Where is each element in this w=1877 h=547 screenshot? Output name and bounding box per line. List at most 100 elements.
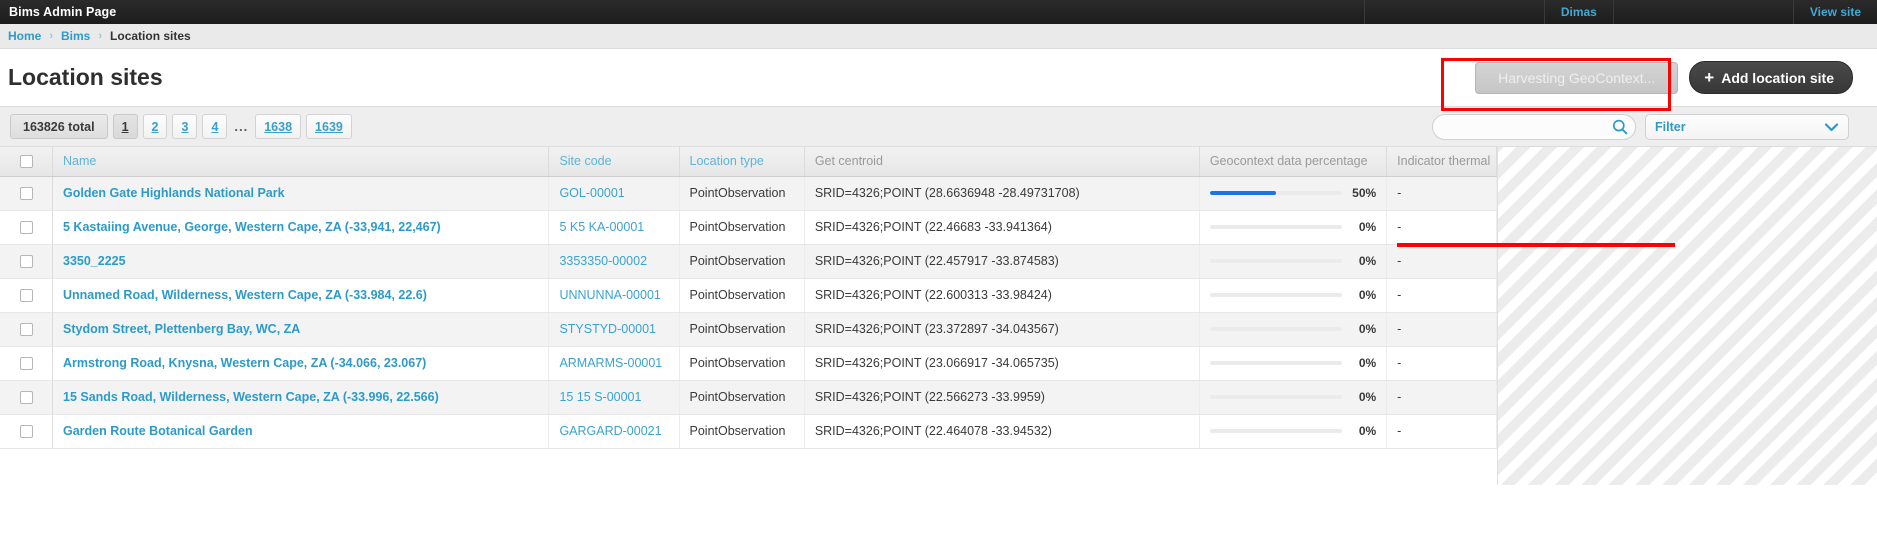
cell-indicator-thermal: - — [1386, 176, 1497, 211]
chevron-down-icon — [1824, 122, 1839, 132]
cell-indicator-thermal: - — [1386, 312, 1497, 347]
search-container — [1432, 113, 1636, 140]
cell-name: 5 Kastaiing Avenue, George, Western Cape… — [52, 210, 550, 245]
view-site-link[interactable]: View site — [1792, 0, 1877, 24]
user-menu-link[interactable]: Dimas — [1543, 0, 1613, 24]
progress-bar-label: 0% — [1358, 288, 1377, 302]
cell-location-type: PointObservation — [679, 278, 805, 313]
top-bar-links: Dimas View site — [1363, 0, 1877, 24]
progress-bar-track — [1209, 327, 1343, 331]
cell-indicator-thermal: - — [1386, 414, 1497, 449]
row-checkbox[interactable] — [19, 187, 33, 201]
location-site-link[interactable]: 5 Kastaiing Avenue, George, Western Cape… — [63, 220, 441, 234]
row-select-cell — [0, 414, 53, 449]
site-code-link[interactable]: 5 K5 KA-00001 — [559, 220, 644, 234]
progress-bar-label: 0% — [1358, 424, 1377, 438]
site-code-link[interactable]: UNNUNNA-00001 — [559, 288, 660, 302]
location-site-link[interactable]: Armstrong Road, Knysna, Western Cape, ZA… — [63, 356, 426, 370]
table-row: 15 Sands Road, Wilderness, Western Cape,… — [0, 380, 1497, 415]
pagination-page-3[interactable]: 3 — [172, 114, 198, 139]
site-code-link[interactable]: GARGARD-00021 — [559, 424, 661, 438]
cell-site-code: 3353350-00002 — [548, 244, 680, 279]
pagination-page-4[interactable]: 4 — [202, 114, 228, 139]
cell-site-code: UNNUNNA-00001 — [548, 278, 680, 313]
filter-dropdown[interactable]: Filter — [1645, 113, 1849, 140]
add-location-site-label: Add location site — [1721, 69, 1834, 86]
row-select-cell — [0, 380, 53, 415]
location-site-link[interactable]: 15 Sands Road, Wilderness, Western Cape,… — [63, 390, 439, 404]
breadcrumb-home[interactable]: Home — [8, 29, 41, 43]
row-select-cell — [0, 278, 53, 313]
site-code-link[interactable]: 15 15 S-00001 — [559, 390, 641, 404]
column-header-location-type[interactable]: Location type — [679, 147, 805, 177]
row-select-cell — [0, 312, 53, 347]
site-code-link[interactable]: ARMARMS-00001 — [559, 356, 662, 370]
app-title: Bims Admin Page — [9, 5, 117, 19]
pagination-page-1639[interactable]: 1639 — [306, 114, 352, 139]
cell-centroid: SRID=4326;POINT (22.457917 -33.874583) — [804, 244, 1200, 279]
pagination-page-1638[interactable]: 1638 — [255, 114, 302, 139]
site-code-link[interactable]: STYSTYD-00001 — [559, 322, 656, 336]
site-code-link[interactable]: 3353350-00002 — [559, 254, 647, 268]
page-actions: Harvesting GeoContext... + Add location … — [1475, 61, 1869, 94]
progress-bar-track — [1209, 395, 1343, 399]
column-header-site-code[interactable]: Site code — [548, 147, 680, 177]
breadcrumb: Home › Bims › Location sites — [0, 24, 1877, 49]
site-code-link[interactable]: GOL-00001 — [559, 186, 624, 200]
progress-bar-label: 0% — [1358, 390, 1377, 404]
row-checkbox[interactable] — [19, 289, 33, 303]
location-site-link[interactable]: Golden Gate Highlands National Park — [63, 186, 285, 200]
row-checkbox[interactable] — [19, 357, 33, 371]
cell-geocontext-percentage: 0% — [1199, 278, 1388, 313]
pagination-total: 163826 total — [10, 114, 108, 139]
table-header-row: Name Site code Location type Get centroi… — [0, 147, 1497, 177]
cell-location-type: PointObservation — [679, 244, 805, 279]
cell-name: 15 Sands Road, Wilderness, Western Cape,… — [52, 380, 550, 415]
cell-name: Garden Route Botanical Garden — [52, 414, 550, 449]
location-site-link[interactable]: Stydom Street, Plettenberg Bay, WC, ZA — [63, 322, 300, 336]
column-header-indicator-thermal: Indicator thermal — [1386, 147, 1497, 177]
pagination: 163826 total 1 2 3 4 ... 1638 1639 — [10, 114, 352, 139]
row-checkbox[interactable] — [19, 255, 33, 269]
location-site-link[interactable]: Garden Route Botanical Garden — [63, 424, 253, 438]
page-title: Location sites — [8, 64, 163, 90]
cell-indicator-thermal: - — [1386, 278, 1497, 313]
breadcrumb-bims[interactable]: Bims — [61, 29, 90, 43]
pagination-page-1[interactable]: 1 — [112, 114, 138, 139]
breadcrumb-current: Location sites — [110, 29, 191, 43]
cell-name: 3350_2225 — [52, 244, 550, 279]
add-location-site-button[interactable]: + Add location site — [1689, 61, 1853, 94]
cell-geocontext-percentage: 0% — [1199, 346, 1388, 381]
toolbar-controls: Filter — [1432, 113, 1867, 140]
table-row: Garden Route Botanical Garden GARGARD-000… — [0, 414, 1497, 449]
progress-bar-label: 0% — [1358, 220, 1377, 234]
progress-bar-track — [1209, 225, 1343, 229]
table-row: 5 Kastaiing Avenue, George, Western Cape… — [0, 210, 1497, 245]
page-header: Location sites Harvesting GeoContext... … — [0, 49, 1877, 111]
cell-indicator-thermal: - — [1386, 380, 1497, 415]
cell-site-code: 5 K5 KA-00001 — [548, 210, 680, 245]
location-sites-table: Name Site code Location type Get centroi… — [0, 147, 1497, 449]
cell-name: Golden Gate Highlands National Park — [52, 176, 550, 211]
cell-geocontext-percentage: 0% — [1199, 244, 1388, 279]
cell-centroid: SRID=4326;POINT (23.066917 -34.065735) — [804, 346, 1200, 381]
cell-site-code: STYSTYD-00001 — [548, 312, 680, 347]
search-icon[interactable] — [1611, 118, 1629, 136]
progress-bar-label: 0% — [1358, 356, 1377, 370]
row-checkbox[interactable] — [19, 425, 33, 439]
progress-bar-track — [1209, 361, 1343, 365]
column-header-name[interactable]: Name — [52, 147, 550, 177]
row-checkbox[interactable] — [19, 323, 33, 337]
location-site-link[interactable]: 3350_2225 — [63, 254, 126, 268]
row-checkbox[interactable] — [19, 391, 33, 405]
select-all-checkbox[interactable] — [19, 155, 33, 169]
row-select-cell — [0, 210, 53, 245]
search-input[interactable] — [1432, 113, 1636, 140]
row-checkbox[interactable] — [19, 221, 33, 235]
top-bar-divider — [1363, 0, 1544, 24]
harvesting-geocontext-button[interactable]: Harvesting GeoContext... — [1475, 61, 1679, 94]
progress-bar-label: 0% — [1358, 254, 1377, 268]
pagination-ellipsis: ... — [234, 119, 249, 134]
location-site-link[interactable]: Unnamed Road, Wilderness, Western Cape, … — [63, 288, 427, 302]
pagination-page-2[interactable]: 2 — [142, 114, 168, 139]
